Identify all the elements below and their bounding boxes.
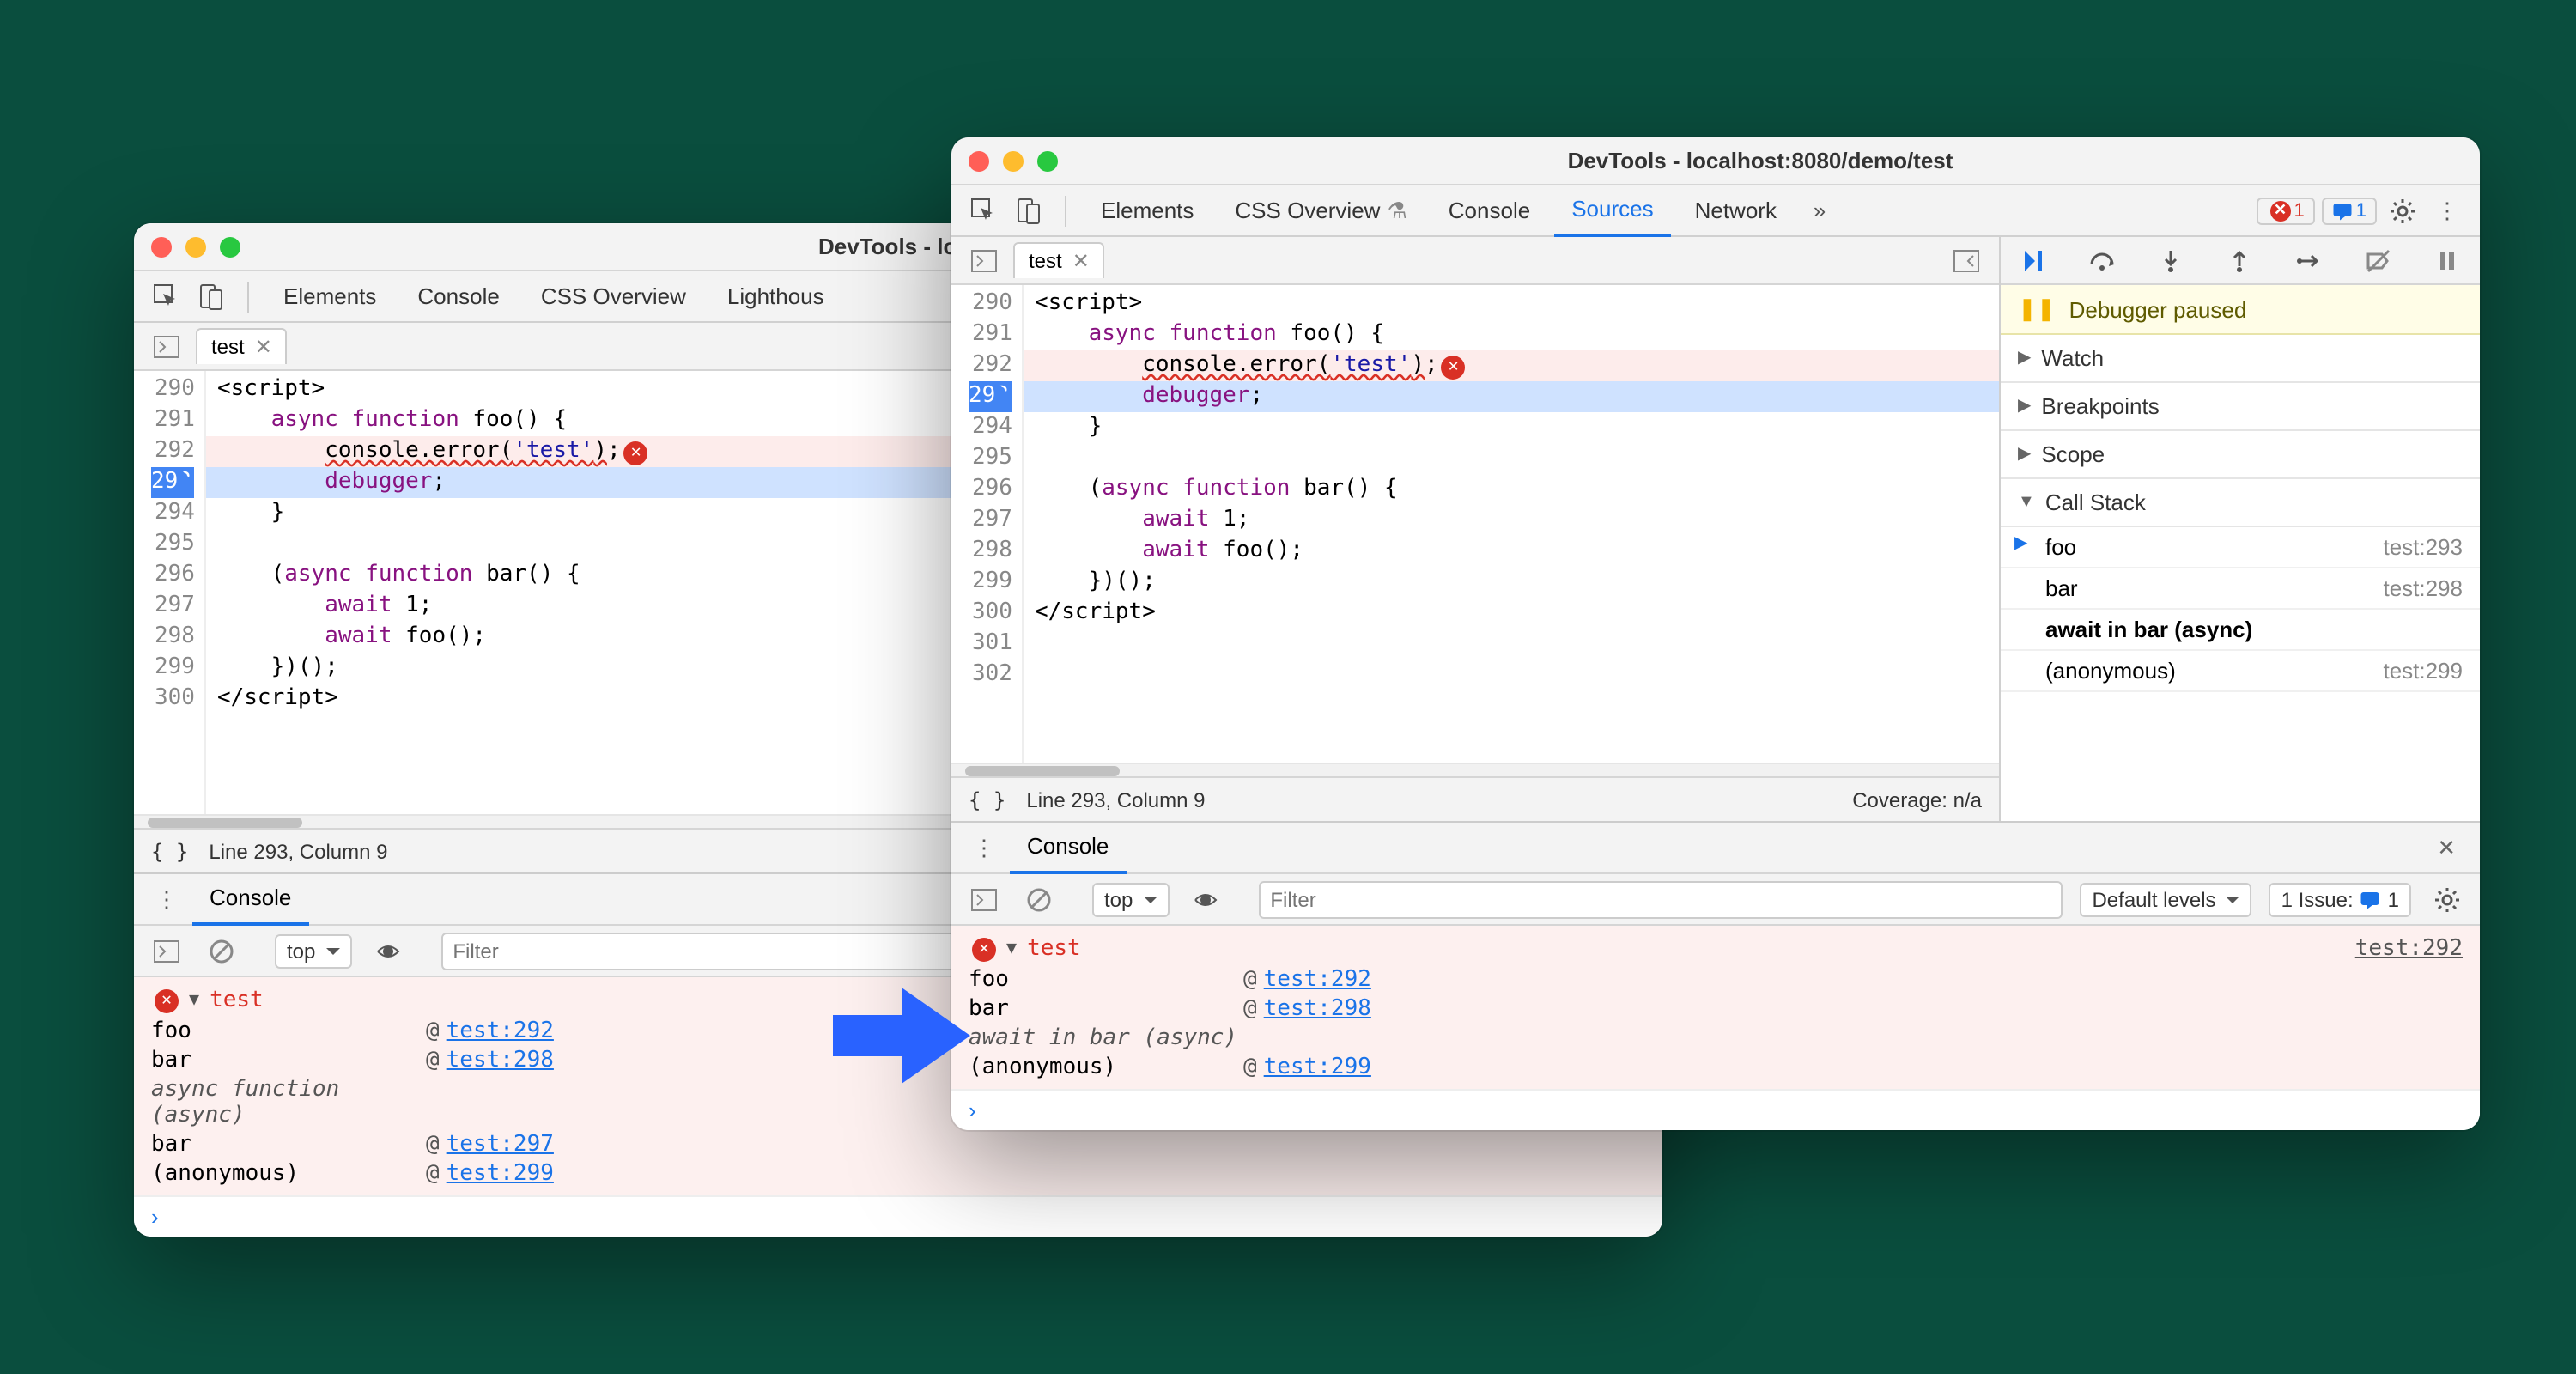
debugger-paused-banner: ❚❚Debugger paused (2001, 285, 2480, 335)
drawer-tab-console[interactable]: Console (192, 873, 308, 925)
cursor-position: Line 293, Column 9 (1026, 787, 1205, 812)
window-title: DevTools - localhost:8080/demo/test (1058, 148, 2463, 173)
comparison-arrow-icon (833, 984, 970, 1087)
navigator-toggle-icon[interactable] (965, 241, 1003, 279)
error-icon[interactable] (624, 441, 648, 465)
close-icon[interactable]: ✕ (1072, 249, 1090, 273)
live-expression-icon[interactable] (368, 932, 406, 970)
step-out-icon[interactable] (2221, 241, 2259, 279)
tab-console[interactable]: Console (400, 271, 516, 322)
error-icon[interactable] (1442, 356, 1466, 380)
error-icon (972, 937, 996, 961)
callstack-frame[interactable]: await in bar (async) (2001, 610, 2480, 651)
source-link[interactable]: test:292 (2355, 936, 2463, 962)
resume-icon[interactable] (2014, 241, 2052, 279)
callstack-frame[interactable]: bartest:298 (2001, 568, 2480, 610)
cursor-position: Line 293, Column 9 (209, 839, 387, 863)
console-sidebar-toggle-icon[interactable] (148, 932, 185, 970)
tab-css-overview[interactable]: CSS Overview (524, 271, 703, 322)
console-settings-icon[interactable] (2428, 880, 2466, 918)
section-watch[interactable]: ▶Watch (2001, 335, 2480, 383)
drawer-tab-console[interactable]: Console (1010, 822, 1126, 873)
inspect-icon[interactable] (148, 277, 185, 315)
debugger-sidebar: ❚❚Debugger paused ▶Watch ▶Breakpoints ▶S… (1999, 237, 2480, 821)
console-prompt[interactable]: › (134, 1195, 1662, 1237)
file-tab-label: test (1029, 249, 1062, 273)
log-levels-selector[interactable]: Default levels (2080, 882, 2251, 916)
flask-icon: ⚗ (1387, 197, 1406, 224)
console-toolbar: top Default levels 1 Issue: 1 (951, 874, 2480, 926)
close-drawer-icon[interactable]: ✕ (2427, 834, 2466, 861)
console-drawer: ⋮ Console ✕ top Default levels 1 Issue: … (951, 821, 2480, 1130)
clear-console-icon[interactable] (1020, 880, 1058, 918)
drawer-menu-icon[interactable]: ⋮ (965, 829, 1003, 866)
issue-counter[interactable]: 1 (2322, 197, 2377, 224)
settings-icon[interactable] (2384, 192, 2421, 229)
info-icon: ❚❚ (2018, 295, 2056, 323)
source-editor[interactable]: 290291292293294295296297298299300301302 … (951, 285, 1999, 763)
context-selector[interactable]: top (275, 933, 351, 968)
stack-frame[interactable]: await in bar (async) (951, 1024, 2480, 1053)
section-breakpoints[interactable]: ▶Breakpoints (2001, 383, 2480, 431)
console-filter-input[interactable] (1258, 880, 2063, 918)
step-over-icon[interactable] (2083, 241, 2121, 279)
stack-frame[interactable]: (anonymous)@test:299 (951, 1053, 2480, 1082)
navigator-toggle-icon[interactable] (148, 327, 185, 365)
stack-frame[interactable]: bar@test:297 (134, 1130, 1662, 1159)
stack-frame[interactable]: foo@test:292 (951, 965, 2480, 994)
traffic-lights[interactable] (969, 150, 1058, 171)
tab-lighthouse[interactable]: Lighthous (710, 271, 841, 322)
more-tabs-icon[interactable]: » (1801, 192, 1838, 229)
pause-exceptions-icon[interactable] (2428, 241, 2466, 279)
console-sidebar-toggle-icon[interactable] (965, 880, 1003, 918)
tab-elements[interactable]: Elements (1084, 185, 1211, 236)
file-tab-test[interactable]: test ✕ (1013, 242, 1105, 278)
console-output[interactable]: ▼testtest:292foo@test:292bar@test:298awa… (951, 926, 2480, 1089)
tab-console[interactable]: Console (1431, 185, 1547, 236)
debugger-sidebar-toggle-icon[interactable] (1947, 241, 1985, 279)
clear-console-icon[interactable] (203, 932, 240, 970)
context-selector[interactable]: top (1092, 882, 1169, 916)
editor-statusbar: { } Line 293, Column 9 Coverage: n/a (951, 776, 1999, 821)
tab-network[interactable]: Network (1678, 185, 1794, 236)
stack-frame[interactable]: bar@test:298 (951, 994, 2480, 1024)
error-icon (155, 988, 179, 1012)
file-tab-label: test (211, 335, 245, 359)
device-icon[interactable] (1010, 192, 1048, 229)
section-callstack[interactable]: ▼Call Stack (2001, 479, 2480, 527)
tab-elements[interactable]: Elements (266, 271, 393, 322)
coverage-status: Coverage: n/a (1852, 787, 1982, 812)
close-icon[interactable]: ✕ (255, 335, 272, 359)
devtools-window-right: DevTools - localhost:8080/demo/test Elem… (951, 137, 2480, 1130)
step-icon[interactable] (2290, 241, 2328, 279)
callstack-frame[interactable]: footest:293 (2001, 527, 2480, 568)
error-counter[interactable]: 1 (2257, 197, 2315, 224)
section-scope[interactable]: ▶Scope (2001, 431, 2480, 479)
console-prompt[interactable]: › (951, 1089, 2480, 1130)
kebab-menu-icon[interactable]: ⋮ (2428, 192, 2466, 229)
deactivate-breakpoints-icon[interactable] (2360, 241, 2397, 279)
file-tab-test[interactable]: test ✕ (196, 328, 288, 364)
drawer-menu-icon[interactable]: ⋮ (148, 880, 185, 918)
issues-indicator[interactable]: 1 Issue: 1 (2269, 882, 2411, 916)
device-icon[interactable] (192, 277, 230, 315)
callstack-frame[interactable]: (anonymous)test:299 (2001, 651, 2480, 692)
pretty-print-icon[interactable]: { } (151, 839, 188, 863)
stack-frame[interactable]: (anonymous)@test:299 (134, 1159, 1662, 1189)
file-tabstrip: test ✕ (951, 237, 1999, 285)
tab-css-overview[interactable]: CSS Overview ⚗ (1218, 185, 1424, 236)
titlebar[interactable]: DevTools - localhost:8080/demo/test (951, 137, 2480, 185)
tab-sources[interactable]: Sources (1554, 185, 1670, 236)
live-expression-icon[interactable] (1186, 880, 1224, 918)
debugger-controls (2001, 237, 2480, 285)
pretty-print-icon[interactable]: { } (969, 787, 1005, 812)
horizontal-scrollbar[interactable] (951, 763, 1999, 776)
step-into-icon[interactable] (2153, 241, 2190, 279)
traffic-lights[interactable] (151, 236, 240, 257)
main-toolbar: Elements CSS Overview ⚗ Console Sources … (951, 185, 2480, 237)
inspect-icon[interactable] (965, 192, 1003, 229)
